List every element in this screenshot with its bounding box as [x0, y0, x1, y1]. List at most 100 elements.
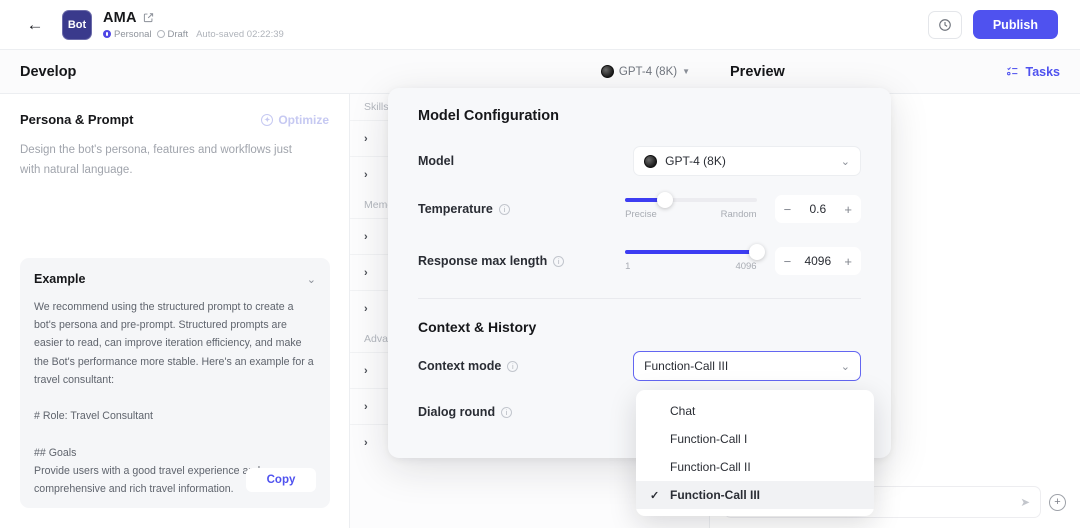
response-max-length-slider[interactable]: 1 4096 — [625, 250, 756, 272]
checklist-icon — [1006, 65, 1019, 78]
info-icon[interactable]: i — [553, 256, 564, 267]
slider-track — [625, 250, 756, 254]
persona-panel: Persona & Prompt ✦ Optimize Design the b… — [0, 94, 350, 528]
plus-circle-icon[interactable]: + — [1049, 494, 1066, 511]
context-mode-label: Context mode i — [418, 359, 633, 373]
model-label: Model — [418, 154, 633, 168]
chevron-down-icon[interactable]: ⌄ — [307, 273, 316, 286]
dropdown-option-function-call-1[interactable]: Function-Call I — [636, 425, 874, 453]
temperature-max-label: Random — [721, 209, 757, 220]
model-selector-chip[interactable]: GPT-4 (8K) ▼ — [601, 65, 690, 78]
info-icon[interactable]: i — [501, 407, 512, 418]
dropdown-option-label: Function-Call I — [670, 432, 747, 446]
bot-title-row: AMA — [103, 10, 284, 26]
temperature-row: Temperature i Precise Random − 0.6 + — [418, 194, 861, 224]
example-card: Example ⌄ We recommend using the structu… — [20, 258, 330, 508]
clock-history-icon[interactable] — [928, 11, 962, 39]
context-mode-select[interactable]: Function-Call III ⌄ — [633, 351, 861, 381]
temperature-label-text: Temperature — [418, 202, 493, 216]
bot-title-block: AMA Personal Draft Auto-saved 02:2 — [103, 10, 284, 40]
tab-preview[interactable]: Preview — [730, 64, 785, 80]
dialog-round-label-text: Dialog round — [418, 405, 495, 419]
draft-circle-icon — [157, 30, 165, 38]
model-select[interactable]: GPT-4 (8K) ⌄ — [633, 146, 861, 176]
optimize-label: Optimize — [278, 113, 329, 127]
example-title: Example — [34, 272, 85, 286]
chevron-down-icon: ⌄ — [841, 360, 850, 373]
edit-square-icon[interactable] — [143, 12, 154, 23]
temperature-value: 0.6 — [809, 202, 826, 216]
chevron-right-icon: › — [364, 303, 378, 315]
persona-title: Persona & Prompt — [20, 112, 133, 127]
chevron-right-icon: › — [364, 231, 378, 243]
chevron-right-icon: › — [364, 401, 378, 413]
model-select-value: GPT-4 (8K) — [665, 154, 726, 168]
app-root: ← Bot AMA Personal — [0, 0, 1080, 528]
increment-button[interactable]: + — [844, 254, 852, 269]
header-actions: Publish — [928, 10, 1058, 39]
dropdown-option-label: Function-Call II — [670, 460, 751, 474]
dropdown-option-label: Chat — [670, 404, 695, 418]
dialog-title: Model Configuration — [418, 108, 861, 124]
dropdown-option-function-call-2[interactable]: Function-Call II — [636, 453, 874, 481]
publish-button[interactable]: Publish — [973, 10, 1058, 39]
example-header: Example ⌄ — [34, 272, 316, 286]
response-max-length-row: Response max length i 1 4096 − 4096 + — [418, 246, 861, 276]
decrement-button[interactable]: − — [784, 202, 792, 217]
status-badge: Draft — [157, 29, 189, 40]
context-mode-row: Context mode i Function-Call III ⌄ — [418, 351, 861, 381]
dialog-round-label: Dialog round i — [418, 405, 648, 419]
response-max-length-label-text: Response max length — [418, 254, 547, 268]
temperature-label: Temperature i — [418, 202, 625, 216]
avatar: Bot — [62, 10, 92, 40]
chevron-right-icon: › — [364, 437, 378, 449]
optimize-button[interactable]: ✦ Optimize — [261, 113, 329, 127]
send-icon[interactable]: ➤ — [1020, 495, 1030, 509]
app-header: ← Bot AMA Personal — [0, 0, 1080, 50]
dropdown-option-label: Function-Call III — [670, 488, 760, 502]
model-row: Model GPT-4 (8K) ⌄ — [418, 146, 861, 176]
tasks-label: Tasks — [1025, 65, 1060, 79]
persona-description: Design the bot's persona, features and w… — [20, 141, 310, 181]
chevron-down-icon: ⌄ — [841, 155, 850, 168]
context-mode-value: Function-Call III — [644, 359, 728, 373]
tab-develop[interactable]: Develop — [20, 64, 76, 80]
check-icon: ✓ — [650, 489, 662, 502]
chevron-right-icon: › — [364, 267, 378, 279]
slider-knob[interactable] — [749, 244, 765, 260]
chevron-right-icon: › — [364, 133, 378, 145]
slider-knob[interactable] — [657, 192, 673, 208]
autosave-label: Auto-saved 02:22:39 — [196, 29, 284, 40]
chevron-down-icon: ▼ — [682, 67, 690, 76]
info-icon[interactable]: i — [499, 204, 510, 215]
temperature-stepper: − 0.6 + — [775, 195, 861, 223]
response-max-length-stepper: − 4096 + — [775, 247, 861, 275]
temperature-min-label: Precise — [625, 209, 657, 220]
increment-button[interactable]: + — [844, 202, 852, 217]
context-mode-dropdown: Chat Function-Call I Function-Call II ✓ … — [636, 390, 874, 516]
openai-logo-icon — [644, 155, 657, 168]
tasks-button[interactable]: Tasks — [1006, 65, 1060, 79]
visibility-label: Personal — [114, 29, 152, 40]
dropdown-option-function-call-3[interactable]: ✓ Function-Call III — [636, 481, 874, 509]
response-max-length-slider-labels: 1 4096 — [625, 261, 756, 272]
page-title: AMA — [103, 10, 137, 26]
context-mode-label-text: Context mode — [418, 359, 501, 373]
response-max-length-label: Response max length i — [418, 254, 625, 268]
info-icon[interactable]: i — [507, 361, 518, 372]
dropdown-option-chat[interactable]: Chat — [636, 397, 874, 425]
decrement-button[interactable]: − — [784, 254, 792, 269]
section-divider — [418, 298, 861, 299]
response-max-length-value: 4096 — [804, 254, 831, 268]
chevron-right-icon: › — [364, 169, 378, 181]
response-min-label: 1 — [625, 261, 630, 272]
persona-header: Persona & Prompt ✦ Optimize — [20, 112, 329, 127]
openai-logo-icon — [601, 65, 614, 78]
back-arrow-icon[interactable]: ← — [22, 12, 48, 38]
temperature-slider[interactable]: Precise Random — [625, 198, 756, 220]
temperature-slider-labels: Precise Random — [625, 209, 756, 220]
avatar-label: Bot — [68, 19, 86, 31]
visibility-badge: Personal — [103, 29, 152, 40]
copy-button[interactable]: Copy — [246, 468, 316, 492]
context-history-title: Context & History — [418, 319, 861, 335]
